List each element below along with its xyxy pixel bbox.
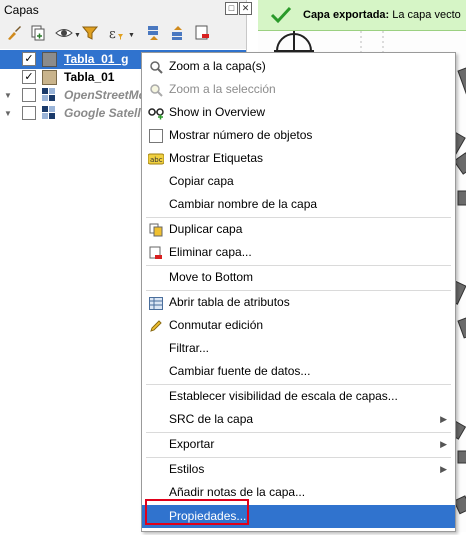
pencil-icon xyxy=(148,318,164,334)
menu-item-change-data-source[interactable]: Cambiar fuente de datos... xyxy=(142,360,455,383)
menu-label: Show in Overview xyxy=(169,105,266,119)
menu-item-set-scale-visibility[interactable]: Establecer visibilidad de escala de capa… xyxy=(142,385,455,408)
expression-filter-icon[interactable]: ε xyxy=(106,23,126,43)
menu-item-layer-crs[interactable]: SRC de la capa ▶ xyxy=(142,408,455,431)
zoom-icon xyxy=(148,59,164,75)
layer-name: Tabla_01_g xyxy=(64,52,129,66)
menu-item-toggle-editing[interactable]: Conmutar edición xyxy=(142,314,455,337)
menu-item-show-in-overview[interactable]: Show in Overview xyxy=(142,101,455,124)
check-icon xyxy=(270,6,292,27)
panel-title: Capas xyxy=(4,3,39,17)
raster-tile-icon xyxy=(42,106,55,119)
menu-label: Establecer visibilidad de escala de capa… xyxy=(169,389,398,403)
collapse-all-icon[interactable] xyxy=(168,23,188,43)
menu-label: Duplicar capa xyxy=(169,222,243,236)
menu-item-remove-layer[interactable]: Eliminar capa... xyxy=(142,241,455,264)
float-icon[interactable]: □ xyxy=(225,2,238,15)
chevron-down-icon[interactable]: ▼ xyxy=(128,32,135,39)
menu-label: Move to Bottom xyxy=(169,270,254,284)
layers-toolbar: ▼ ε ▼ xyxy=(0,20,246,45)
chevron-down-icon[interactable]: ▼ xyxy=(4,91,12,100)
menu-item-move-to-bottom[interactable]: Move to Bottom xyxy=(142,266,455,289)
menu-item-styles[interactable]: Estilos ▶ xyxy=(142,458,455,481)
chevron-down-icon[interactable]: ▼ xyxy=(4,109,12,118)
layer-checkbox[interactable] xyxy=(22,106,36,120)
menu-label: Abrir tabla de atributos xyxy=(169,295,290,309)
menu-label: Exportar xyxy=(169,437,215,451)
add-group-icon[interactable] xyxy=(28,23,48,43)
layer-checkbox[interactable]: ✓ xyxy=(22,52,36,66)
layer-symbol xyxy=(42,70,57,85)
menu-item-filter[interactable]: Filtrar... xyxy=(142,337,455,360)
filter-icon[interactable] xyxy=(80,23,100,43)
submenu-arrow-icon: ▶ xyxy=(440,439,447,449)
menu-label: Eliminar capa... xyxy=(169,245,252,259)
message-bar: Capa exportada: La capa vecto xyxy=(258,0,466,31)
menu-item-show-feature-count[interactable]: Mostrar número de objetos xyxy=(142,124,455,147)
checkbox-icon[interactable] xyxy=(148,128,164,144)
close-icon[interactable]: ✕ xyxy=(239,2,252,15)
layer-context-menu: Zoom a la capa(s) Zoom a la selección Sh… xyxy=(141,52,456,532)
annotation-highlight-box xyxy=(145,499,249,525)
message-text: Capa exportada: La capa vecto xyxy=(303,9,461,21)
zoom-selection-icon xyxy=(148,82,164,98)
menu-item-export[interactable]: Exportar ▶ xyxy=(142,433,455,456)
expand-all-icon[interactable] xyxy=(144,23,164,43)
raster-tile-icon xyxy=(42,88,55,101)
layer-checkbox[interactable] xyxy=(22,88,36,102)
menu-label: Zoom a la selección xyxy=(169,82,276,96)
submenu-arrow-icon: ▶ xyxy=(440,464,447,474)
message-title: Capa exportada: xyxy=(303,9,390,21)
menu-label: Estilos xyxy=(169,462,205,476)
labels-icon: abc xyxy=(148,151,164,167)
menu-item-show-labels[interactable]: abc Mostrar Etiquetas xyxy=(142,147,455,170)
duplicate-icon xyxy=(148,222,164,238)
remove-icon xyxy=(148,245,164,261)
layer-name: Tabla_01 xyxy=(64,70,115,84)
menu-item-rename-layer[interactable]: Cambiar nombre de la capa xyxy=(142,193,455,216)
menu-item-open-attribute-table[interactable]: Abrir tabla de atributos xyxy=(142,291,455,314)
menu-label: Filtrar... xyxy=(169,341,210,355)
menu-label: Conmutar edición xyxy=(169,318,264,332)
svg-text:ε: ε xyxy=(109,27,116,42)
layer-checkbox[interactable]: ✓ xyxy=(22,70,36,84)
submenu-arrow-icon: ▶ xyxy=(440,414,447,424)
layer-symbol xyxy=(42,52,57,67)
table-icon xyxy=(148,295,164,311)
layer-name: Google Satell xyxy=(64,106,141,120)
menu-label: Mostrar número de objetos xyxy=(169,128,313,142)
message-body: La capa vecto xyxy=(392,9,461,21)
menu-item-duplicate-layer[interactable]: Duplicar capa xyxy=(142,218,455,241)
menu-item-copy-layer[interactable]: Copiar capa xyxy=(142,170,455,193)
menu-label: Cambiar fuente de datos... xyxy=(169,364,311,378)
menu-item-zoom-to-layer[interactable]: Zoom a la capa(s) xyxy=(142,55,455,78)
menu-label: Cambiar nombre de la capa xyxy=(169,197,318,211)
menu-label: SRC de la capa xyxy=(169,412,254,426)
menu-item-zoom-to-selection[interactable]: Zoom a la selección xyxy=(142,78,455,101)
style-brush-icon[interactable] xyxy=(4,23,24,43)
overview-icon xyxy=(148,105,164,121)
menu-label: Mostrar Etiquetas xyxy=(169,151,264,165)
menu-label: Zoom a la capa(s) xyxy=(169,59,266,73)
layer-name: OpenStreetMo xyxy=(64,88,147,102)
svg-text:abc: abc xyxy=(150,156,163,164)
menu-label: Añadir notas de la capa... xyxy=(169,485,306,499)
eye-icon[interactable] xyxy=(54,23,74,43)
remove-layer-icon[interactable] xyxy=(192,23,212,43)
menu-label: Copiar capa xyxy=(169,174,234,188)
